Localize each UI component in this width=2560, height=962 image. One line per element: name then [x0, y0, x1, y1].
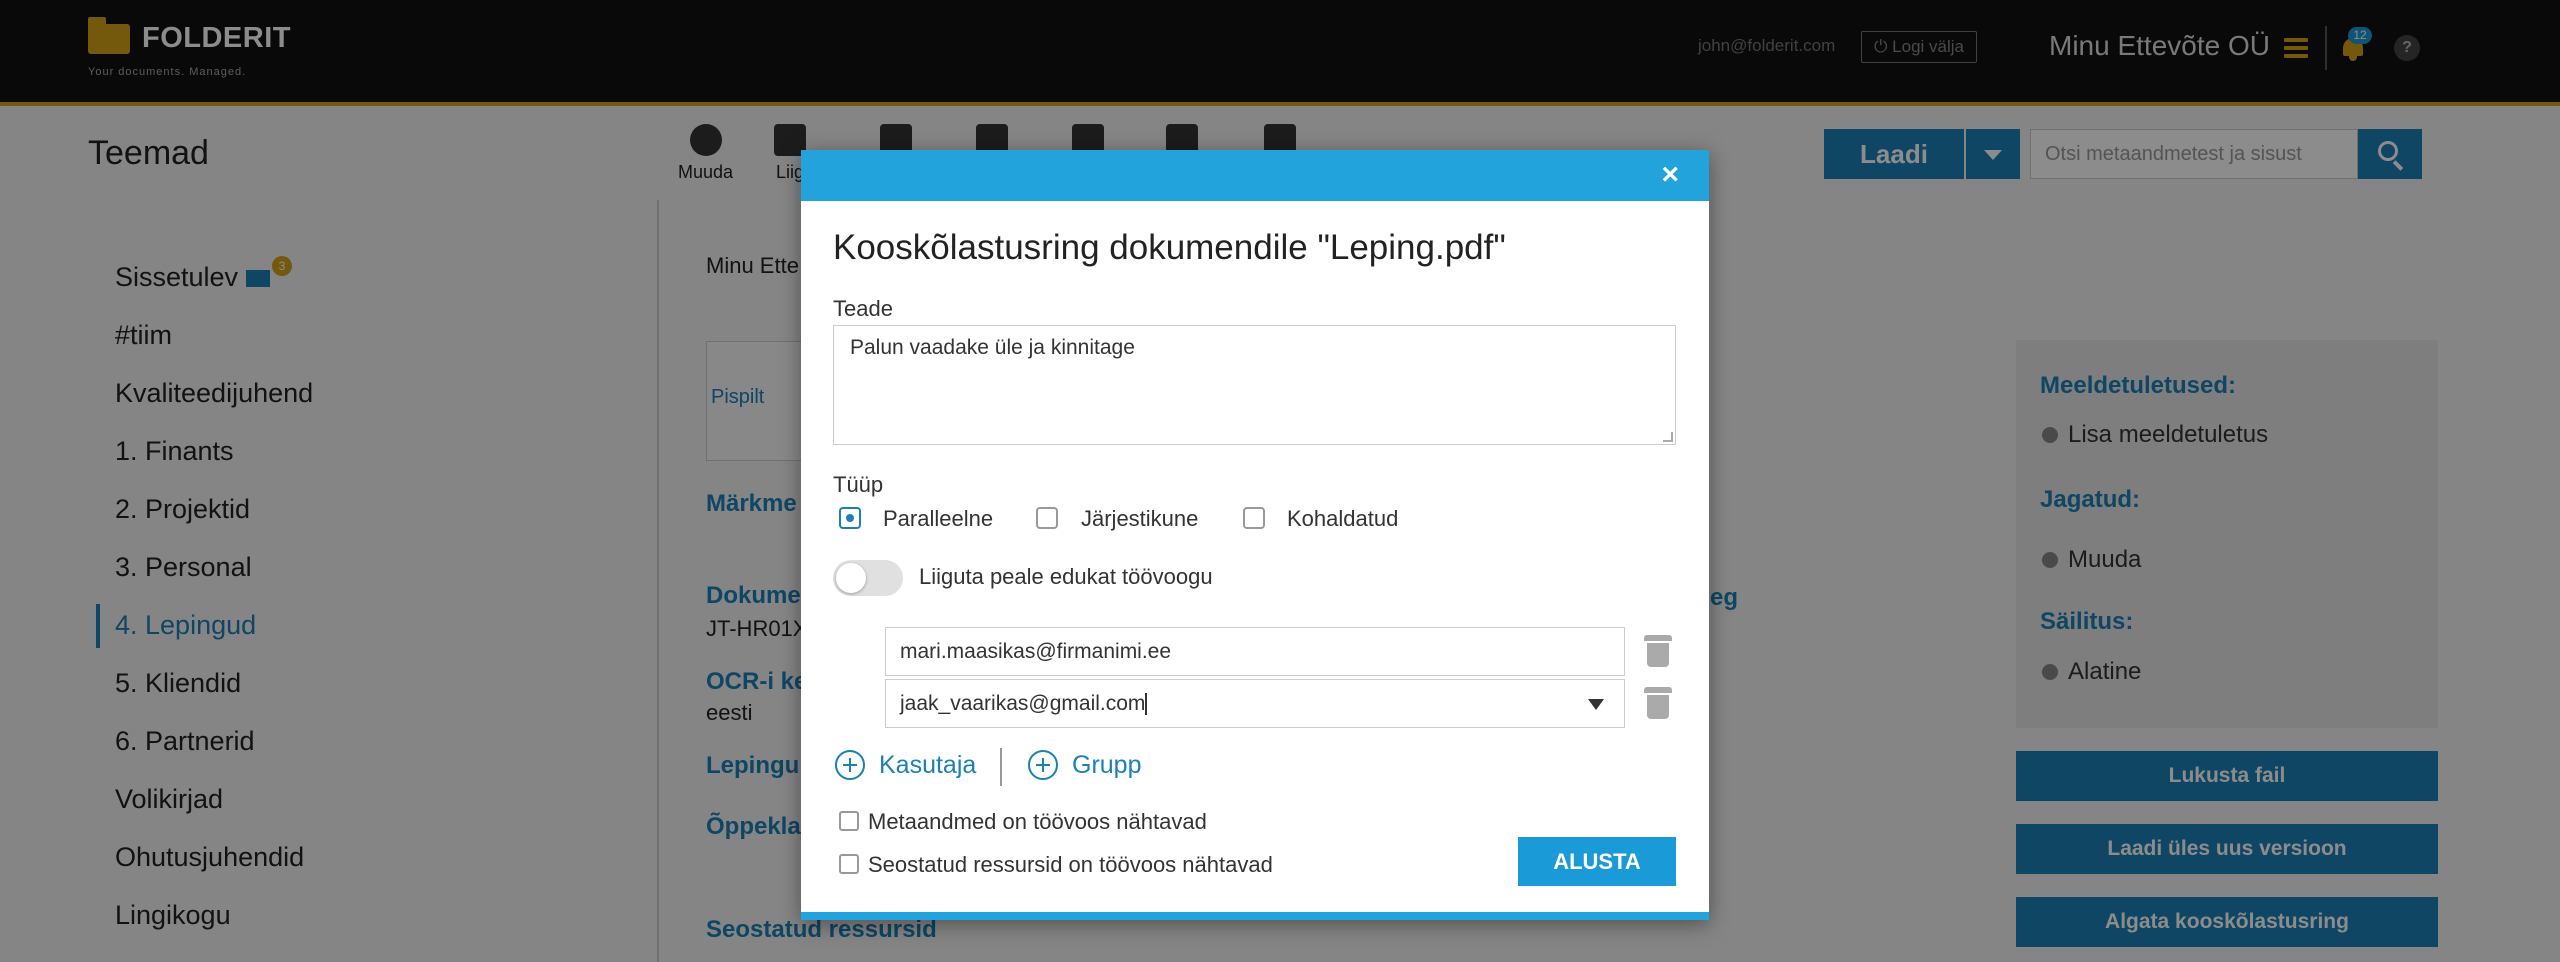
add-user-label: Kasutaja [879, 750, 977, 779]
dialog-footer-bar [801, 912, 1709, 920]
add-buttons-divider [1000, 748, 1002, 786]
add-group-button[interactable]: Grupp [1028, 750, 1141, 780]
radio-parallel-label[interactable]: Paralleelne [883, 506, 993, 532]
message-textarea[interactable]: Palun vaadake üle ja kinnitage [833, 325, 1676, 445]
message-value: Palun vaadake üle ja kinnitage [850, 336, 1135, 359]
radio-sequential-label[interactable]: Järjestikune [1081, 506, 1198, 532]
start-button[interactable]: ALUSTA [1518, 837, 1676, 886]
dialog-header: × [801, 150, 1709, 201]
related-visible-checkbox[interactable] [839, 854, 859, 874]
metadata-visible-label[interactable]: Metaandmed on töövoos nähtavad [868, 809, 1207, 835]
radio-custom[interactable] [1243, 507, 1265, 529]
recipient-2-value: jaak_vaarikas@gmail.com [900, 692, 1146, 715]
resize-handle-icon[interactable] [1663, 432, 1673, 442]
remove-recipient-trash-icon[interactable] [1644, 635, 1672, 667]
radio-custom-label[interactable]: Kohaldatud [1287, 506, 1398, 532]
message-label: Teade [833, 296, 893, 321]
related-visible-label[interactable]: Seostatud ressursid on töövoos nähtavad [868, 852, 1273, 878]
remove-recipient-trash-icon[interactable] [1644, 687, 1672, 719]
plus-circle-icon [835, 750, 865, 780]
recipient-input-1[interactable]: mari.maasikas@firmanimi.ee [885, 627, 1625, 676]
move-after-workflow-label: Liiguta peale edukat töövoogu [919, 564, 1213, 589]
recipient-select-2[interactable]: jaak_vaarikas@gmail.com [885, 679, 1625, 728]
plus-circle-icon [1028, 750, 1058, 780]
dialog-title: Kooskõlastusring dokumendile "Leping.pdf… [833, 228, 1506, 267]
radio-sequential[interactable] [1036, 507, 1058, 529]
close-icon[interactable]: × [1661, 160, 1679, 190]
metadata-visible-checkbox[interactable] [839, 811, 859, 831]
move-after-workflow-toggle[interactable] [833, 560, 903, 596]
approval-dialog: × Kooskõlastusring dokumendile "Leping.p… [801, 150, 1709, 920]
type-label: Tüüp [833, 472, 884, 497]
add-user-button[interactable]: Kasutaja [835, 750, 976, 780]
radio-parallel[interactable] [839, 507, 861, 529]
add-group-label: Grupp [1072, 750, 1142, 779]
